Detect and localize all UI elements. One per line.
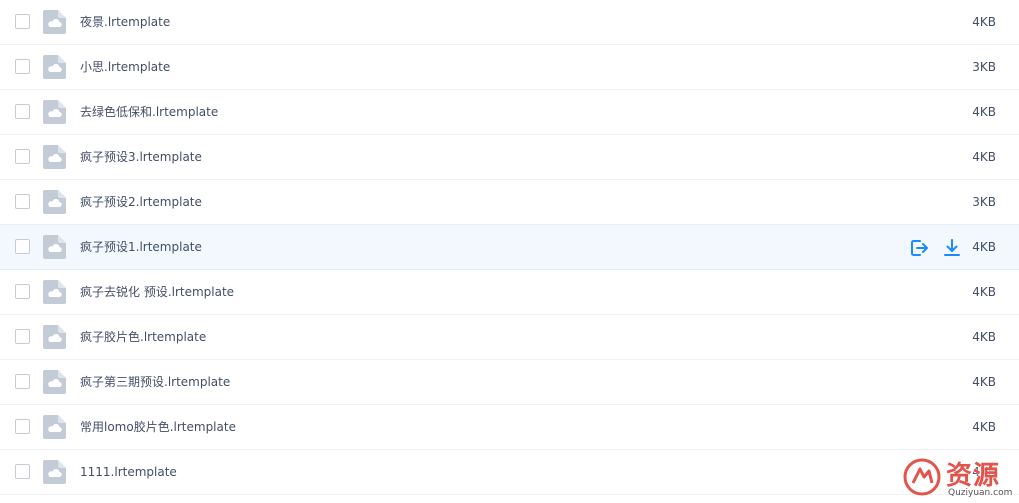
row-checkbox[interactable] (15, 149, 30, 164)
file-name[interactable]: 去绿色低保和.lrtemplate (80, 90, 218, 134)
cloud-file-icon (43, 55, 66, 79)
file-size: 4KB (972, 105, 996, 119)
file-name[interactable]: 疯子预设2.lrtemplate (80, 180, 202, 224)
file-name[interactable]: 疯子胶片色.lrtemplate (80, 315, 206, 359)
row-checkbox[interactable] (15, 374, 30, 389)
file-name[interactable]: 小思.lrtemplate (80, 45, 170, 89)
file-name[interactable]: 疯子去锐化 预设.lrtemplate (80, 270, 234, 314)
file-name[interactable]: 疯子预设1.lrtemplate (80, 225, 202, 269)
row-checkbox[interactable] (15, 59, 30, 74)
file-name[interactable]: 1111.lrtemplate (80, 450, 177, 494)
file-name[interactable]: 夜景.lrtemplate (80, 0, 170, 44)
file-list: 夜景.lrtemplate 4KB 小思.lrtemplate 3KB 去绿色低… (0, 0, 1019, 495)
file-size: 4KB (972, 420, 996, 434)
cloud-file-icon (43, 145, 66, 169)
cloud-file-icon (43, 235, 66, 259)
cloud-file-icon (43, 325, 66, 349)
file-name[interactable]: 常用lomo胶片色.lrtemplate (80, 405, 236, 449)
row-checkbox[interactable] (15, 284, 30, 299)
watermark-logo: 资源 Quziyuan.com (900, 455, 1016, 501)
file-size: 4KB (972, 375, 996, 389)
file-size: 3KB (972, 60, 996, 74)
file-row[interactable]: 疯子去锐化 预设.lrtemplate 4KB (0, 270, 1019, 315)
file-size: 4KB (972, 285, 996, 299)
cloud-file-icon (43, 280, 66, 304)
row-checkbox[interactable] (15, 329, 30, 344)
file-size: 4KB (972, 15, 996, 29)
file-row[interactable]: 夜景.lrtemplate 4KB (0, 0, 1019, 45)
cloud-file-icon (43, 415, 66, 439)
row-checkbox[interactable] (15, 194, 30, 209)
file-row-hovered[interactable]: 疯子预设1.lrtemplate 4KB (0, 224, 1019, 270)
row-checkbox[interactable] (15, 464, 30, 479)
file-size: 4KB (972, 330, 996, 344)
share-icon[interactable] (909, 238, 929, 258)
cloud-file-icon (43, 460, 66, 484)
file-row[interactable]: 疯子预设2.lrtemplate 3KB (0, 180, 1019, 225)
download-icon[interactable] (942, 238, 962, 258)
cloud-file-icon (43, 190, 66, 214)
file-row[interactable]: 1111.lrtemplate 4KB (0, 450, 1019, 495)
watermark-icon (903, 458, 941, 496)
file-size: 4KB (972, 150, 996, 164)
file-row[interactable]: 常用lomo胶片色.lrtemplate 4KB (0, 405, 1019, 450)
watermark-text: 资源 (946, 461, 1001, 491)
file-name[interactable]: 疯子预设3.lrtemplate (80, 135, 202, 179)
file-size: 4KB (972, 240, 996, 254)
file-row[interactable]: 疯子第三期预设.lrtemplate 4KB (0, 360, 1019, 405)
file-row[interactable]: 小思.lrtemplate 3KB (0, 45, 1019, 90)
cloud-file-icon (43, 100, 66, 124)
file-row[interactable]: 去绿色低保和.lrtemplate 4KB (0, 90, 1019, 135)
row-checkbox[interactable] (15, 14, 30, 29)
cloud-file-icon (43, 370, 66, 394)
cloud-file-icon (43, 10, 66, 34)
file-name[interactable]: 疯子第三期预设.lrtemplate (80, 360, 230, 404)
row-checkbox[interactable] (15, 104, 30, 119)
watermark-url: Quziyuan.com (948, 488, 1013, 498)
file-row[interactable]: 疯子胶片色.lrtemplate 4KB (0, 315, 1019, 360)
row-checkbox[interactable] (15, 239, 30, 254)
file-row[interactable]: 疯子预设3.lrtemplate 4KB (0, 135, 1019, 180)
row-checkbox[interactable] (15, 419, 30, 434)
file-size: 3KB (972, 195, 996, 209)
